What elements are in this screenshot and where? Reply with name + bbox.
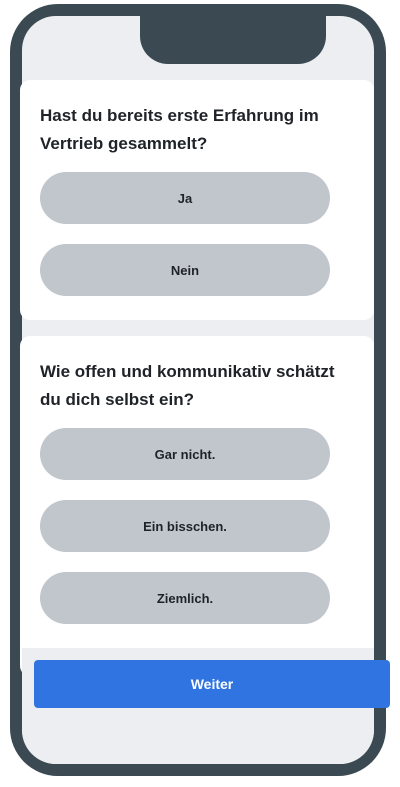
question-card-1: Hast du bereits erste Erfahrung im Vertr… [20,80,374,320]
question-1-text: Hast du bereits erste Erfahrung im Vertr… [40,106,319,153]
option-ein-bisschen-button[interactable]: Ein bisschen. [40,500,330,552]
weiter-button[interactable]: Weiter [34,660,390,708]
option-nein-button[interactable]: Nein [40,244,330,296]
option-gar-nicht-button[interactable]: Gar nicht. [40,428,330,480]
option-ja-button[interactable]: Ja [40,172,330,224]
question-card-2: Wie offen und kommunikativ schätzt du di… [20,336,374,676]
option-ziemlich-button[interactable]: Ziemlich. [40,572,330,624]
question-2-text: Wie offen und kommunikativ schätzt du di… [40,362,335,409]
page: Hast du bereits erste Erfahrung im Vertr… [0,0,400,787]
phone-notch [140,16,326,64]
